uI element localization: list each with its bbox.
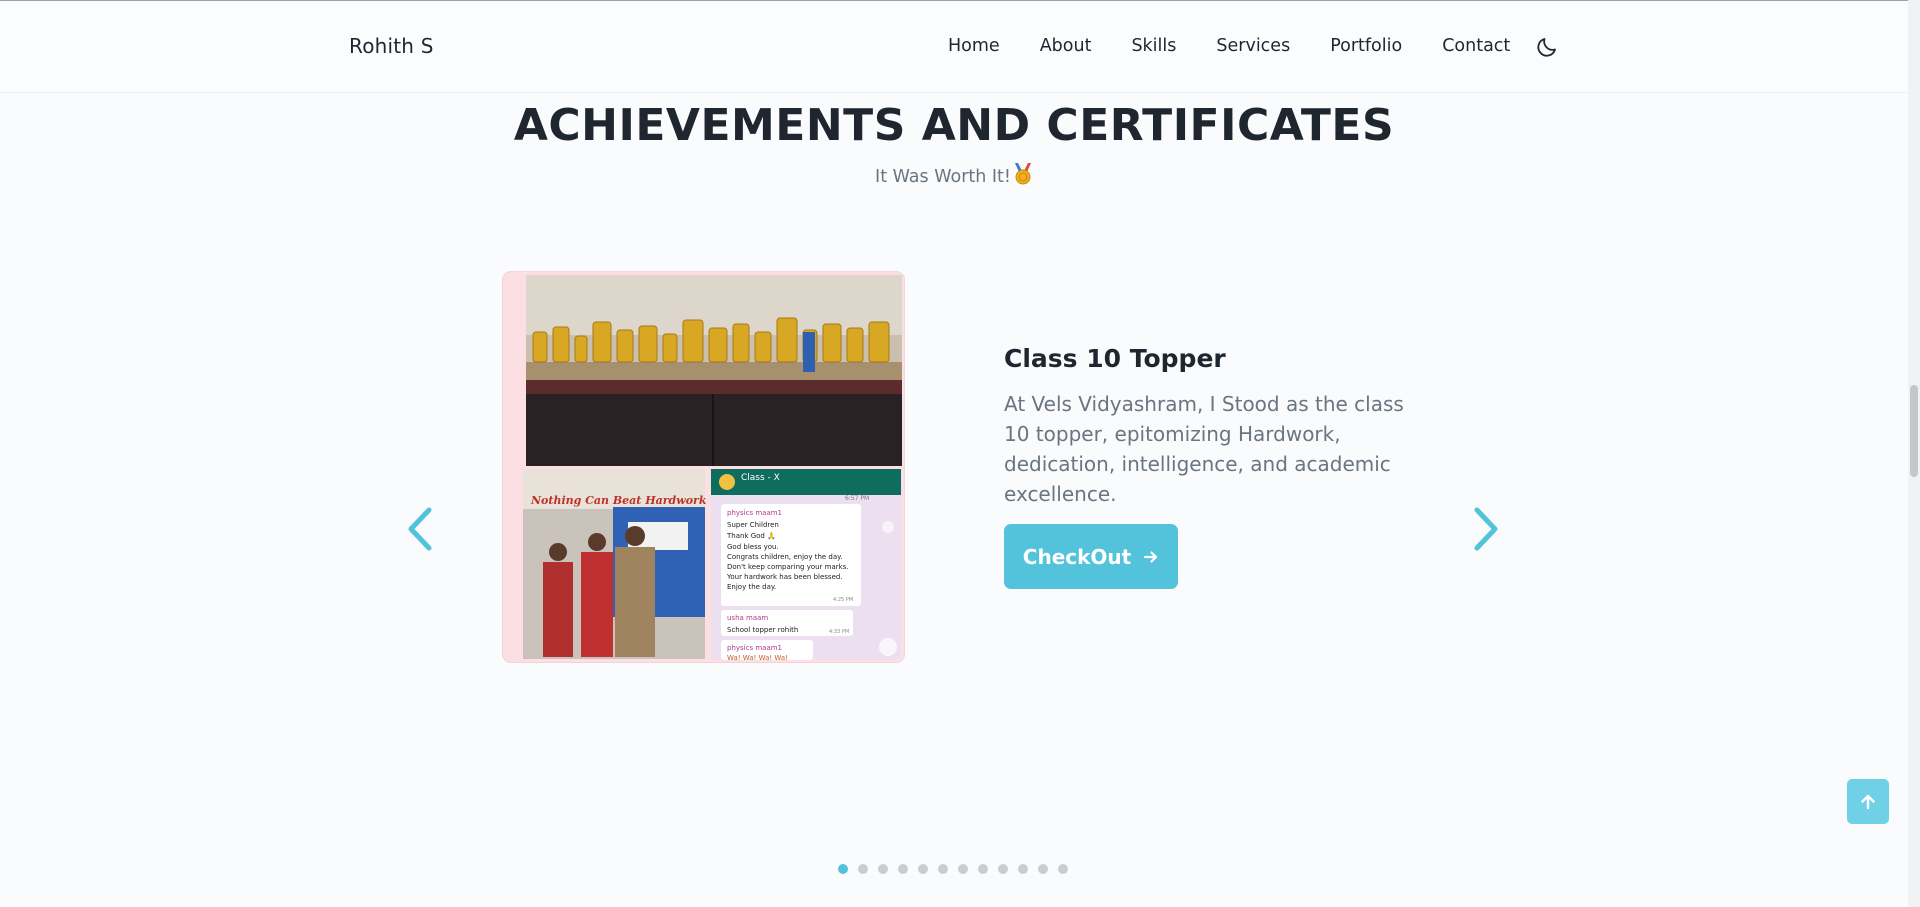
svg-text:usha maam: usha maam [727,614,768,622]
achievement-collage: Nothing Can Beat Hardwork Class - X 6:57… [503,272,904,662]
carousel-dot[interactable] [878,864,888,874]
carousel-indicators [838,864,1068,874]
nav-link-skills[interactable]: Skills [1131,36,1176,56]
chevron-right-icon [1474,507,1498,551]
section-subtitle: It Was Worth It! [0,163,1908,190]
svg-text:God bless you.: God bless you. [727,543,779,551]
svg-text:Enjoy the day.: Enjoy the day. [727,583,776,591]
svg-text:Congrats children, enjoy the d: Congrats children, enjoy the day. [727,553,843,561]
slide-title: Class 10 Topper [1004,344,1226,373]
scrollbar-thumb[interactable] [1910,385,1918,477]
svg-text:School topper rohith: School topper rohith [727,626,798,634]
checkout-label: CheckOut [1022,544,1132,569]
svg-text:Wa! Wa! Wa! Wa!: Wa! Wa! Wa! Wa! [727,654,788,662]
svg-text:Super Children: Super Children [727,521,779,529]
carousel-prev-button[interactable] [403,504,439,554]
arrow-right-icon [1144,550,1158,563]
svg-text:Your hardwork has been blessed: Your hardwork has been blessed. [726,573,843,581]
nav-link-home[interactable]: Home [948,36,1000,56]
scroll-to-top-button[interactable] [1847,779,1889,824]
carousel-dot[interactable] [978,864,988,874]
carousel-dot[interactable] [898,864,908,874]
carousel-dot[interactable] [938,864,948,874]
chevron-left-icon [408,507,432,551]
checkout-button[interactable]: CheckOut [1004,524,1178,589]
carousel-next-button[interactable] [1467,504,1503,554]
navbar: Rohith S Home About Skills Services Port… [0,1,1908,93]
carousel-dot[interactable] [998,864,1008,874]
banner-text: Nothing Can Beat Hardwork [530,494,707,507]
carousel-dot[interactable] [1018,864,1028,874]
svg-text:physics maam1: physics maam1 [727,644,782,652]
nav-link-about[interactable]: About [1040,36,1092,56]
nav-link-contact[interactable]: Contact [1442,36,1510,56]
svg-text:physics maam1: physics maam1 [727,509,782,517]
svg-text:6:57 PM: 6:57 PM [845,495,869,502]
dark-mode-toggle[interactable] [1535,35,1559,59]
nav-link-portfolio[interactable]: Portfolio [1330,36,1402,56]
subtitle-text: It Was Worth It! [875,167,1011,187]
carousel-dot[interactable] [1058,864,1068,874]
slide-description: At Vels Vidyashram, I Stood as the class… [1004,392,1404,506]
medal-icon [1013,163,1033,190]
svg-text:4:33 PM: 4:33 PM [829,629,849,635]
moon-icon [1537,38,1556,57]
carousel-dot[interactable] [1038,864,1048,874]
svg-text:4:25 PM: 4:25 PM [833,597,853,603]
brand-name[interactable]: Rohith S [349,34,434,58]
carousel-dot[interactable] [858,864,868,874]
svg-text:Thank God 🙏: Thank God 🙏 [726,531,776,540]
arrow-up-icon [1861,794,1875,809]
achievement-image: Nothing Can Beat Hardwork Class - X 6:57… [503,272,904,662]
nav-links: Home About Skills Services Portfolio Con… [948,36,1510,56]
svg-text:Class - X: Class - X [741,473,780,483]
carousel-dot[interactable] [918,864,928,874]
carousel-dot[interactable] [958,864,968,874]
nav-link-services[interactable]: Services [1216,36,1290,56]
carousel-dot[interactable] [838,864,848,874]
svg-text:Don't keep comparing your mark: Don't keep comparing your marks. [727,563,849,571]
section-title: ACHIEVEMENTS AND CERTIFICATES [513,100,1395,151]
